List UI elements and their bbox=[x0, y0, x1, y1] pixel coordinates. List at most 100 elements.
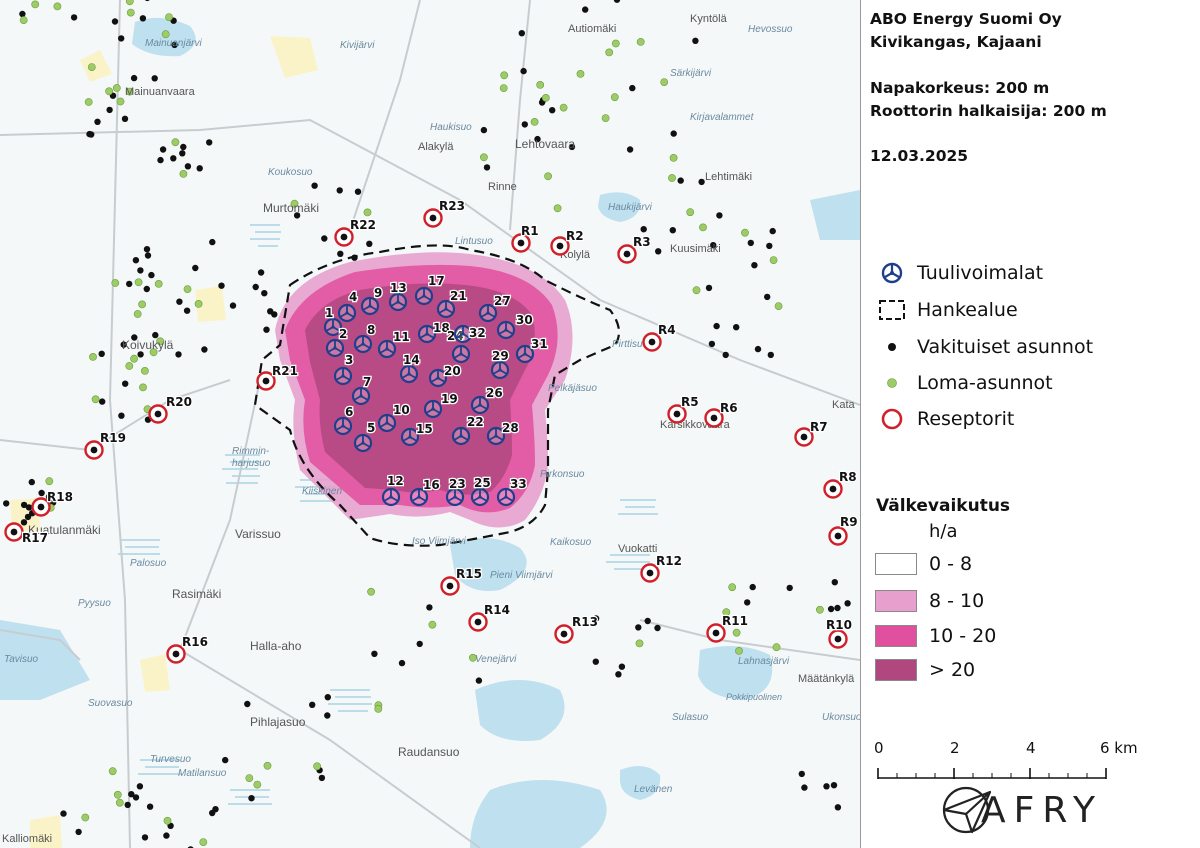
permanent-residence bbox=[159, 146, 167, 153]
place-label: Mainuanvaara bbox=[125, 86, 196, 98]
turbine-label: 30 bbox=[516, 313, 533, 327]
receptor-r7[interactable]: R7 bbox=[794, 419, 829, 447]
permanent-residence bbox=[615, 671, 622, 678]
place-label: Varissuo bbox=[235, 527, 281, 541]
receptor-r13[interactable]: R13 bbox=[554, 614, 599, 644]
place-label: Kivijärvi bbox=[340, 40, 375, 51]
receptor-label: R2 bbox=[566, 229, 584, 243]
turbine-13[interactable]: 13 bbox=[389, 280, 408, 312]
permanent-residence bbox=[744, 599, 751, 606]
place-label: Mainuanjärvi bbox=[145, 38, 202, 49]
permanent-residence bbox=[618, 663, 626, 670]
holiday-residence bbox=[245, 774, 254, 782]
receptor-r6[interactable]: R6 bbox=[704, 400, 739, 428]
place-label: Palosuo bbox=[130, 558, 167, 569]
receptor-r16[interactable]: R16 bbox=[166, 634, 209, 664]
receptor-r8[interactable]: R8 bbox=[823, 469, 858, 499]
turbine-label: 31 bbox=[531, 337, 548, 351]
receptor-r23[interactable]: R23 bbox=[423, 198, 466, 228]
receptor-r10[interactable]: R10 bbox=[825, 617, 853, 649]
map-canvas[interactable]: Autiomäki Kyntölä Hevossuo Kivijärvi Mainuan… bbox=[0, 0, 861, 848]
place-label: Halla-aho bbox=[250, 639, 302, 653]
permanent-residence bbox=[426, 604, 433, 611]
turbine-label: 15 bbox=[416, 422, 433, 436]
permanent-residence bbox=[733, 324, 740, 331]
receptor-r4[interactable]: R4 bbox=[642, 322, 677, 352]
receptor-r12[interactable]: R12 bbox=[640, 553, 683, 583]
holiday-residence bbox=[194, 299, 203, 308]
flicker-class-0: 0 - 8 bbox=[875, 550, 972, 577]
receptor-r11[interactable]: R11 bbox=[706, 613, 749, 643]
receptor-r9[interactable]: R9 bbox=[828, 514, 859, 546]
turbine-label: 19 bbox=[441, 392, 458, 406]
permanent-residence bbox=[106, 106, 113, 114]
holiday-residence bbox=[601, 114, 610, 122]
place-label: Sulasuo bbox=[672, 712, 709, 723]
turbine-label: 21 bbox=[450, 289, 467, 303]
place-label: Rimmin- bbox=[232, 446, 270, 457]
place-label: Venejärvi bbox=[475, 654, 517, 665]
turbine-32[interactable]: 32 bbox=[453, 325, 487, 344]
permanent-residence bbox=[157, 156, 164, 164]
turbine-29[interactable]: 29 bbox=[491, 348, 510, 380]
holiday-residence bbox=[499, 84, 508, 92]
turbine-label: 3 bbox=[345, 353, 353, 367]
company-name: ABO Energy Suomi Oy bbox=[870, 10, 1062, 28]
permanent-residence bbox=[626, 146, 634, 153]
place-label: Vuokatti bbox=[618, 543, 657, 555]
permanent-residence bbox=[521, 121, 528, 128]
holiday-residence bbox=[668, 174, 676, 182]
receptor-r15[interactable]: R15 bbox=[440, 566, 483, 596]
permanent-residence bbox=[98, 350, 105, 357]
permanent-residence bbox=[692, 37, 699, 44]
map-date: 12.03.2025 bbox=[870, 147, 969, 165]
receptor-r14[interactable]: R14 bbox=[468, 602, 511, 632]
receptor-r19[interactable]: R19 bbox=[84, 430, 127, 460]
permanent-residence bbox=[520, 67, 527, 75]
permanent-residence bbox=[582, 6, 589, 13]
receptor-r3[interactable]: R3 bbox=[617, 234, 652, 264]
place-label: Raudansuo bbox=[398, 745, 460, 759]
place-label: Murtomäki bbox=[263, 201, 319, 215]
holiday-residence bbox=[84, 98, 93, 106]
permanent-residence bbox=[831, 579, 838, 586]
holiday-residence bbox=[530, 118, 539, 126]
holiday-residence bbox=[138, 300, 146, 309]
turbine-label: 17 bbox=[428, 274, 445, 288]
place-label: Haukijärvi bbox=[608, 202, 653, 213]
receptor-label: R20 bbox=[166, 395, 192, 409]
holiday-residence bbox=[111, 279, 120, 287]
flicker-legend-title: Välkevaikutus bbox=[876, 496, 1011, 516]
flicker-class-swatch bbox=[875, 658, 917, 681]
permanent-residence bbox=[769, 227, 776, 235]
permanent-residence bbox=[705, 284, 713, 292]
permanent-residence bbox=[318, 774, 326, 782]
permanent-residence bbox=[184, 163, 192, 170]
hub-height: Napakorkeus: 200 m bbox=[870, 79, 1050, 97]
turbine-label: 9 bbox=[374, 286, 382, 300]
receptor-r1[interactable]: R1 bbox=[511, 223, 540, 253]
receptor-r20[interactable]: R20 bbox=[148, 394, 193, 424]
legend-turbines-label: Tuulivoimalat bbox=[917, 262, 1044, 284]
receptor-label: R22 bbox=[350, 218, 376, 232]
holiday-residence bbox=[728, 583, 737, 592]
map-layout: Autiomäki Kyntölä Hevossuo Kivijärvi Mainuan… bbox=[0, 0, 1200, 848]
permanent-residence bbox=[311, 182, 318, 189]
turbine-icon bbox=[875, 260, 909, 286]
permanent-residence bbox=[146, 803, 154, 810]
turbine-label: 32 bbox=[469, 326, 486, 340]
holiday-residence bbox=[105, 87, 113, 96]
turbine-label: 33 bbox=[510, 477, 527, 491]
permanent-residence bbox=[336, 187, 343, 194]
place-label: Haukisuo bbox=[430, 122, 472, 133]
place-label: Kata bbox=[832, 399, 856, 411]
permanent-residence bbox=[130, 74, 138, 82]
permanent-residence bbox=[118, 412, 125, 419]
permanent-residence bbox=[175, 351, 182, 358]
holiday-residence bbox=[263, 761, 272, 770]
permanent-residence bbox=[823, 783, 830, 790]
holiday-residence bbox=[772, 643, 781, 652]
place-label: Ukonsuo bbox=[822, 712, 860, 723]
receptor-label: R13 bbox=[572, 615, 598, 629]
permanent-residence bbox=[88, 131, 95, 138]
